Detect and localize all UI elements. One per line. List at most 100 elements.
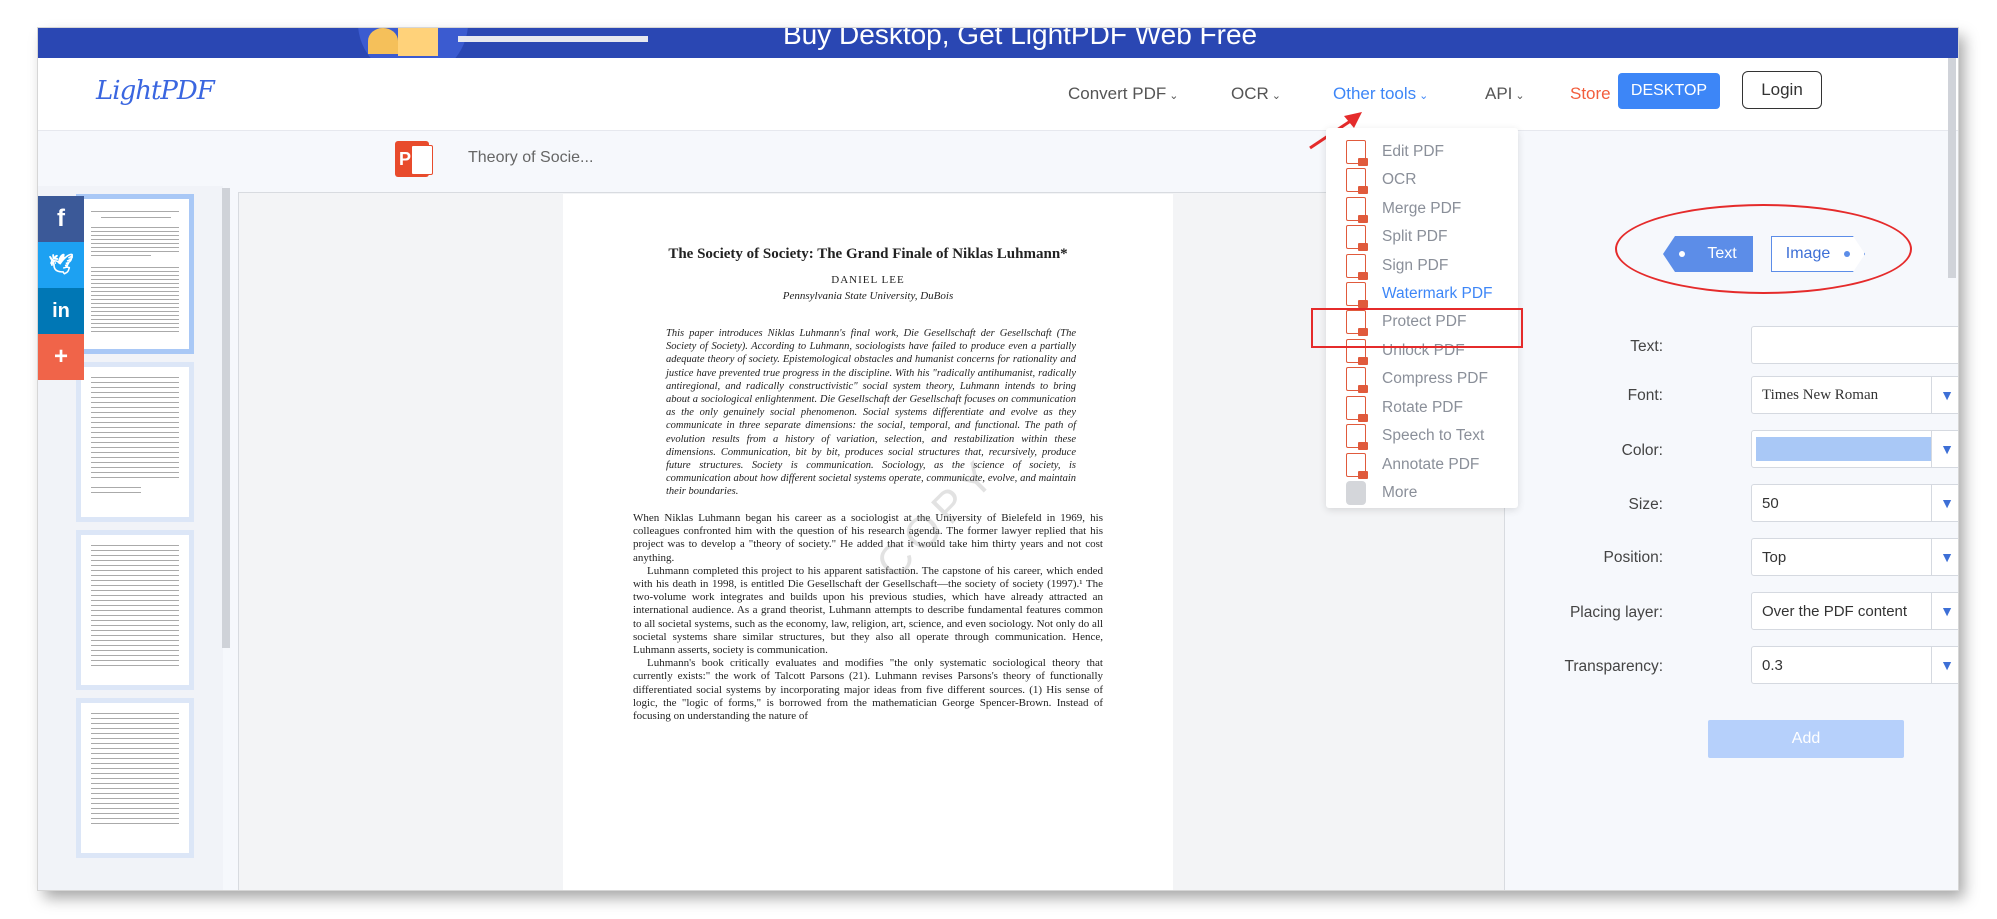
- menu-item-more[interactable]: More: [1346, 479, 1516, 507]
- menu-item-watermark-pdf[interactable]: Watermark PDF: [1346, 280, 1516, 308]
- menu-item-ocr[interactable]: OCR: [1346, 166, 1516, 194]
- paper-abstract: This paper introduces Niklas Luhmann's f…: [666, 328, 1076, 498]
- add-watermark-button[interactable]: Add: [1708, 720, 1904, 758]
- menu-item-compress-pdf[interactable]: Compress PDF: [1346, 365, 1516, 393]
- dropdown-arrow-icon[interactable]: ▼: [1931, 647, 1958, 683]
- field-value: Top: [1762, 549, 1787, 566]
- color-picker[interactable]: ▼: [1751, 430, 1958, 468]
- menu-item-label: Compress PDF: [1382, 370, 1488, 387]
- merge-pdf-icon: [1346, 197, 1368, 223]
- tab-label: Text: [1707, 245, 1737, 262]
- menu-item-rotate-pdf[interactable]: Rotate PDF: [1346, 394, 1516, 422]
- dropdown-arrow-icon[interactable]: ▼: [1931, 593, 1958, 629]
- tab-text-watermark[interactable]: Text: [1663, 236, 1753, 272]
- size-field-label: Size:: [1628, 496, 1663, 513]
- facebook-icon[interactable]: f: [38, 196, 84, 242]
- nav-label: API: [1485, 84, 1513, 103]
- paper-title: The Society of Society: The Grand Finale…: [668, 246, 1068, 262]
- twitter-icon[interactable]: 🕊: [38, 242, 84, 288]
- watermark-text-input[interactable]: [1751, 326, 1958, 364]
- more-dots-icon: [1346, 481, 1366, 505]
- dropdown-arrow-icon[interactable]: ▼: [1931, 377, 1958, 413]
- page-scrollbar[interactable]: [1948, 58, 1956, 278]
- transparency-select[interactable]: 0.3 ▼: [1751, 646, 1958, 684]
- chevron-down-icon: ⌄: [1419, 90, 1429, 102]
- paper-body: When Niklas Luhmann began his career as …: [633, 512, 1103, 723]
- banner-person-illustration: [398, 28, 438, 56]
- menu-item-annotate-pdf[interactable]: Annotate PDF: [1346, 451, 1516, 479]
- file-page-shape: [411, 145, 433, 175]
- nav-convert-pdf[interactable]: Convert PDF ⌄: [1068, 84, 1178, 104]
- nav-label: Convert PDF: [1068, 84, 1167, 103]
- app-window: Buy Desktop, Get LightPDF Web Free Light…: [38, 28, 1958, 890]
- font-field-label: Font:: [1627, 387, 1663, 404]
- split-pdf-icon: [1346, 225, 1368, 251]
- menu-item-label: Watermark PDF: [1382, 285, 1493, 302]
- dropdown-arrow-icon[interactable]: ▼: [1931, 539, 1958, 575]
- color-swatch: [1756, 437, 1932, 461]
- powerpoint-file-icon: P: [395, 141, 433, 177]
- promo-banner[interactable]: Buy Desktop, Get LightPDF Web Free: [38, 28, 1958, 58]
- menu-item-speech-to-text[interactable]: Speech to Text: [1346, 422, 1516, 450]
- rotate-pdf-icon: [1346, 396, 1368, 422]
- menu-item-label: More: [1382, 484, 1418, 501]
- page-thumbnail[interactable]: [76, 194, 194, 354]
- menu-item-label: Speech to Text: [1382, 427, 1485, 444]
- top-navbar: LightPDF Convert PDF ⌄ OCR ⌄ Other tools ⌄ …: [38, 58, 1958, 131]
- size-select[interactable]: 50 ▼: [1751, 484, 1958, 522]
- chevron-down-icon: ⌄: [1515, 90, 1525, 102]
- field-value: 0.3: [1762, 657, 1783, 674]
- page-thumbnail[interactable]: [76, 698, 194, 858]
- file-name: Theory of Socie...: [468, 149, 594, 166]
- chevron-down-icon: ⌄: [1271, 90, 1281, 102]
- menu-item-merge-pdf[interactable]: Merge PDF: [1346, 195, 1516, 223]
- watermark-pdf-icon: [1346, 282, 1368, 308]
- tab-dot-icon: [1679, 250, 1686, 257]
- menu-item-split-pdf[interactable]: Split PDF: [1346, 223, 1516, 251]
- menu-item-edit-pdf[interactable]: Edit PDF: [1346, 138, 1516, 166]
- paragraph: Luhmann's book critically evaluates and …: [633, 657, 1103, 723]
- field-value: Over the PDF content: [1762, 603, 1908, 620]
- thumbnails-scrollbar[interactable]: [222, 188, 230, 648]
- menu-item-label: Split PDF: [1382, 228, 1448, 245]
- dropdown-arrow-icon[interactable]: ▼: [1931, 431, 1958, 467]
- menu-item-label: Annotate PDF: [1382, 456, 1480, 473]
- color-field-label: Color:: [1621, 442, 1663, 459]
- menu-item-label: OCR: [1382, 171, 1417, 188]
- login-button[interactable]: Login: [1742, 71, 1822, 109]
- position-select[interactable]: Top ▼: [1751, 538, 1958, 576]
- file-icon-letter: P: [399, 149, 412, 169]
- menu-item-label: Edit PDF: [1382, 143, 1445, 160]
- lightpdf-logo[interactable]: LightPDF: [96, 76, 215, 106]
- desktop-button[interactable]: DESKTOP: [1618, 73, 1720, 109]
- ocr-icon: [1346, 168, 1368, 194]
- nav-label: Other tools: [1333, 84, 1417, 103]
- placing-layer-select[interactable]: Over the PDF content ▼: [1751, 592, 1958, 630]
- nav-other-tools[interactable]: Other tools ⌄: [1333, 84, 1428, 104]
- dropdown-arrow-icon[interactable]: ▼: [1931, 485, 1958, 521]
- menu-item-label: Merge PDF: [1382, 200, 1462, 217]
- nav-ocr[interactable]: OCR ⌄: [1231, 84, 1281, 104]
- menu-item-sign-pdf[interactable]: Sign PDF: [1346, 252, 1516, 280]
- annotate-pdf-icon: [1346, 453, 1368, 479]
- text-field-label: Text:: [1630, 338, 1663, 355]
- banner-text: Buy Desktop, Get LightPDF Web Free: [783, 28, 1258, 50]
- sign-pdf-icon: [1346, 254, 1368, 280]
- page-thumbnail[interactable]: [76, 530, 194, 690]
- annotation-highlight-box: [1311, 308, 1523, 348]
- linkedin-icon[interactable]: in: [38, 288, 84, 334]
- font-select[interactable]: Times New Roman ▼: [1751, 376, 1958, 414]
- pdf-page: The Society of Society: The Grand Finale…: [563, 194, 1173, 890]
- nav-api[interactable]: API ⌄: [1485, 84, 1525, 104]
- banner-desk-illustration: [458, 36, 648, 42]
- page-thumbnail[interactable]: [76, 362, 194, 522]
- layer-field-label: Placing layer:: [1569, 604, 1663, 621]
- field-value: Times New Roman: [1762, 387, 1879, 403]
- share-plus-icon[interactable]: +: [38, 334, 84, 380]
- nav-store[interactable]: Store: [1570, 84, 1611, 104]
- file-bar: P Theory of Socie...: [38, 131, 1958, 186]
- paper-author: DANIEL LEE: [831, 274, 905, 286]
- transparency-field-label: Transparency:: [1564, 658, 1664, 675]
- tab-image-watermark[interactable]: Image: [1771, 236, 1865, 272]
- position-field-label: Position:: [1603, 549, 1663, 566]
